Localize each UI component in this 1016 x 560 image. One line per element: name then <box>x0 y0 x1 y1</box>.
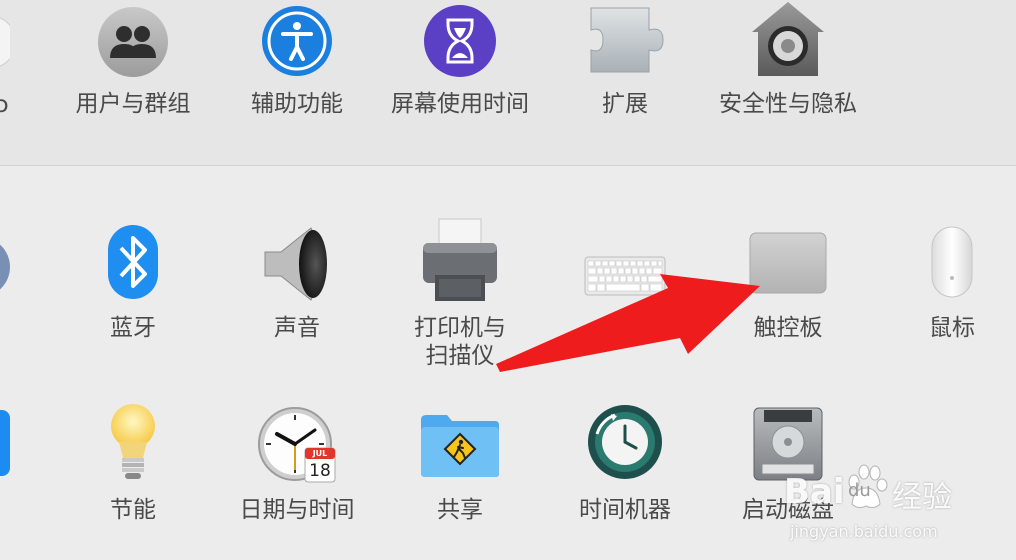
trackpad-label: 触控板 <box>753 315 823 341</box>
users-groups-icon <box>97 6 169 78</box>
printers-scanners-label: 打印机与 扫描仪 <box>414 315 506 369</box>
partial-network-icon[interactable] <box>0 232 10 302</box>
energy-saver-label: 节能 <box>110 497 156 523</box>
partial-pref-icon[interactable] <box>0 12 10 72</box>
sharing-label: 共享 <box>437 497 483 523</box>
keyboard-icon <box>584 256 666 296</box>
pref-bluetooth[interactable]: 蓝牙 <box>53 220 213 370</box>
accessibility-label: 辅助功能 <box>251 91 343 117</box>
hourglass-icon <box>423 4 497 78</box>
pref-trackpad[interactable]: 触控板 <box>708 220 868 370</box>
partial-icon <box>0 17 10 67</box>
pref-security-privacy[interactable]: 安全性与隐私 <box>708 0 868 130</box>
pref-accessibility[interactable]: 辅助功能 <box>217 0 377 130</box>
pref-printers-scanners[interactable]: 打印机与 扫描仪 <box>380 215 540 375</box>
printer-icon <box>419 217 501 303</box>
partial-pref-label: ɔ <box>0 92 9 118</box>
pref-mouse[interactable]: 鼠标 <box>872 220 1016 370</box>
keyboard-label: 键 <box>613 315 637 341</box>
sound-label: 声音 <box>274 315 320 341</box>
pref-extensions[interactable]: 扩展 <box>545 0 705 130</box>
sharing-folder-icon <box>419 412 501 478</box>
time-machine-label: 时间机器 <box>579 497 671 523</box>
puzzle-piece-icon <box>585 4 665 76</box>
watermark-brand: Bai <box>784 472 845 512</box>
mouse-icon <box>931 226 973 298</box>
extensions-label: 扩展 <box>602 91 648 117</box>
security-privacy-label: 安全性与隐私 <box>719 91 857 117</box>
pref-sound[interactable]: 声音 <box>217 220 377 370</box>
baidu-watermark: Bai du 经验 jingyan.baidu.com <box>780 452 1010 552</box>
accessibility-icon <box>261 5 333 77</box>
bluetooth-icon <box>107 224 159 300</box>
speaker-icon <box>259 224 335 304</box>
watermark-brand-suffix: du <box>848 480 871 501</box>
pref-keyboard[interactable]: 键 <box>545 220 705 370</box>
calendar-month: JUL <box>312 449 328 458</box>
screen-time-label: 屏幕使用时间 <box>391 91 529 117</box>
house-lock-icon <box>748 0 828 78</box>
users-groups-label: 用户与群组 <box>75 91 191 117</box>
watermark-text: 经验 <box>892 480 952 515</box>
display-icon <box>0 410 10 476</box>
date-time-label: 日期与时间 <box>239 497 355 523</box>
lightbulb-icon <box>108 402 158 486</box>
mouse-label: 鼠标 <box>929 315 975 341</box>
clock-calendar-icon: JUL 18 <box>257 406 337 486</box>
pref-date-time[interactable]: JUL 18 日期与时间 <box>217 400 377 550</box>
pref-users-groups[interactable]: 用户与群组 <box>53 0 213 130</box>
partial-display-icon[interactable] <box>0 410 10 478</box>
watermark-url: jingyan.baidu.com <box>790 522 938 541</box>
calendar-day: 18 <box>309 461 331 481</box>
pref-sharing[interactable]: 共享 <box>380 400 540 550</box>
pref-screen-time[interactable]: 屏幕使用时间 <box>380 0 540 130</box>
trackpad-icon <box>749 232 827 294</box>
pref-energy-saver[interactable]: 节能 <box>53 400 213 550</box>
time-machine-icon <box>587 404 663 480</box>
pref-time-machine[interactable]: 时间机器 <box>545 400 705 550</box>
bluetooth-label: 蓝牙 <box>110 315 156 341</box>
globe-icon <box>0 244 10 290</box>
